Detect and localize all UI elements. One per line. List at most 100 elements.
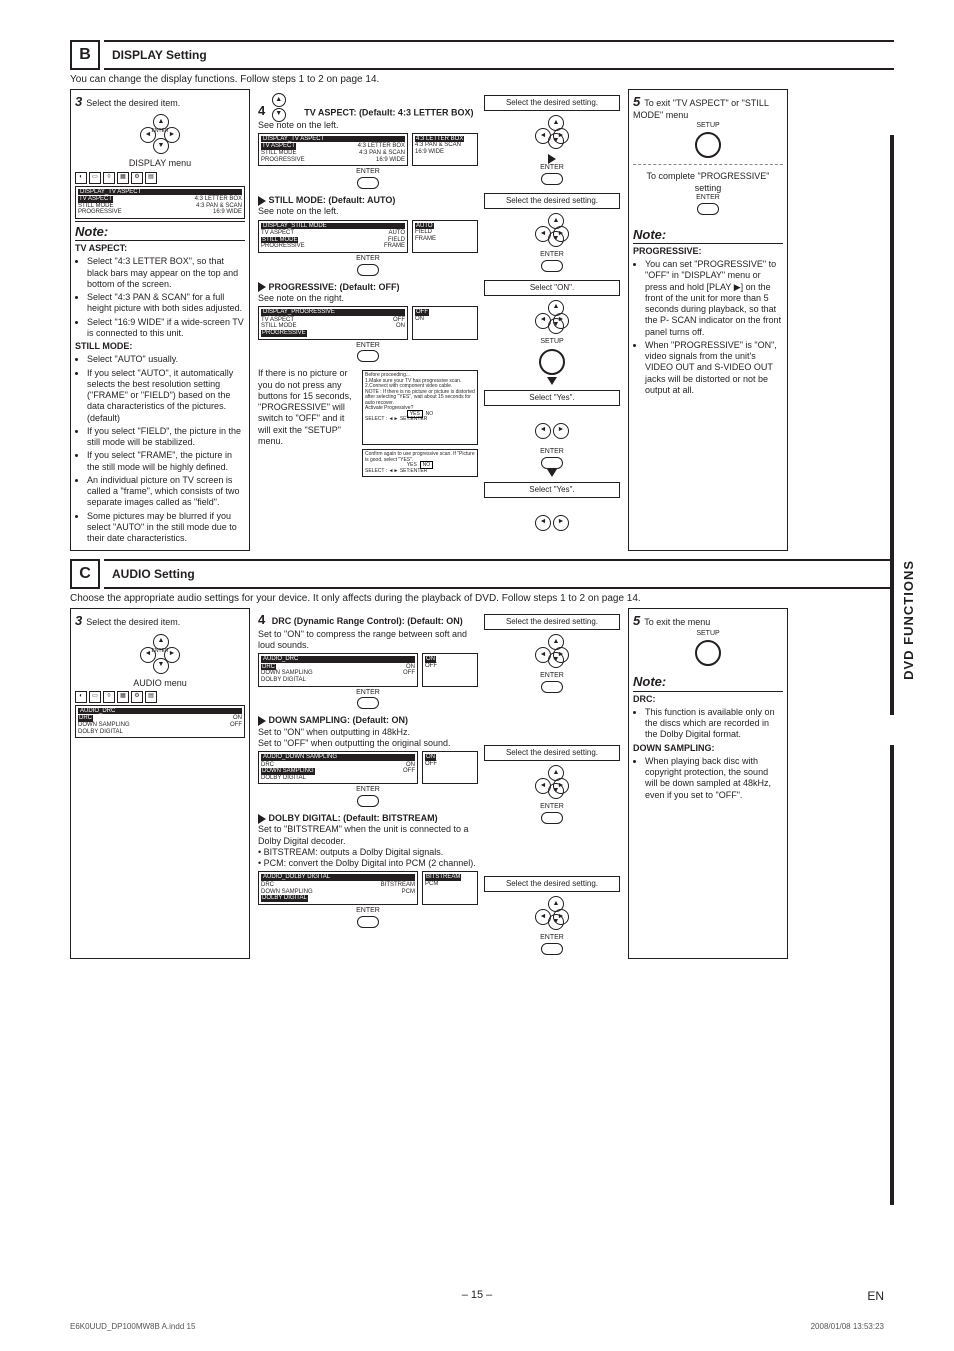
timestamp: 2008/01/08 13:53:23 bbox=[811, 1322, 884, 1331]
prog-sub: See note on the right. bbox=[258, 293, 478, 304]
intro-text: You can change the display functions. Fo… bbox=[70, 74, 894, 85]
enter-button-icon bbox=[541, 173, 563, 185]
confirm-screen-2: Confirm again to use progressive scan. I… bbox=[362, 449, 478, 477]
arrow-icon bbox=[258, 716, 266, 726]
lang-code: EN bbox=[867, 1289, 884, 1303]
drc-desc: Set to "ON" to compress the range betwee… bbox=[258, 629, 478, 652]
section-letter: B bbox=[70, 40, 100, 70]
screen: BITSTREAM PCM bbox=[422, 871, 478, 904]
arrow-icon bbox=[548, 154, 556, 164]
tv-aspect-heading: TV ASPECT: (Default: 4:3 LETTER BOX) bbox=[304, 107, 473, 117]
file-name: E6K0UUD_DP100MW8B A.indd 15 bbox=[70, 1322, 195, 1331]
note-subhead: TV ASPECT: bbox=[75, 243, 245, 254]
dpad-icon: ▲▼◄► bbox=[535, 896, 569, 930]
rule bbox=[890, 135, 894, 715]
still-sub: See note on the left. bbox=[258, 206, 478, 217]
note-subhead: PROGRESSIVE: bbox=[633, 246, 783, 257]
section-letter: C bbox=[70, 559, 100, 589]
confirm-screen: Before proceeding... 1.Make sure your TV… bbox=[362, 370, 478, 445]
enter-button-icon: ENTER bbox=[258, 342, 478, 363]
select-box: Select "Yes". bbox=[484, 390, 620, 406]
rule bbox=[890, 745, 894, 1205]
select-box: Select the desired setting. bbox=[484, 876, 620, 892]
footer-meta: E6K0UUD_DP100MW8B A.indd 15 2008/01/08 1… bbox=[70, 1322, 884, 1331]
select-box: Select the desired setting. bbox=[484, 95, 620, 111]
enter-button-icon bbox=[541, 812, 563, 824]
enter-label: ENTER bbox=[484, 164, 620, 173]
screen: ON OFF bbox=[422, 751, 478, 784]
screen: AUTO FIELD FRAME bbox=[412, 220, 478, 253]
step-text: Select the desired item. bbox=[86, 98, 180, 108]
screen: OFF ON bbox=[412, 306, 478, 339]
prog-heading: PROGRESSIVE: (Default: OFF) bbox=[269, 282, 400, 292]
section-c-header: C AUDIO Setting bbox=[70, 559, 894, 589]
enter-button-icon bbox=[541, 457, 563, 469]
select-box: Select "ON". bbox=[484, 280, 620, 296]
enter-button-icon bbox=[541, 260, 563, 272]
section-title: AUDIO Setting bbox=[104, 559, 894, 589]
arrow-icon bbox=[547, 377, 557, 385]
exit-text: To exit "TV ASPECT" or "STILL MODE" menu bbox=[633, 98, 769, 120]
section-title: DISPLAY Setting bbox=[104, 40, 894, 70]
setup-label: SETUP bbox=[484, 338, 620, 347]
complete-text: To complete "PROGRESSIVE" setting bbox=[633, 171, 783, 194]
enter-button-icon bbox=[541, 943, 563, 955]
enter-button-icon bbox=[357, 795, 379, 807]
arrow-icon bbox=[258, 814, 266, 824]
step4-right: Select the desired setting. ▲▼◄► ENTER S… bbox=[484, 93, 620, 540]
dpad-icon: ▲▼◄► bbox=[535, 765, 569, 799]
still-heading: STILL MODE: (Default: AUTO) bbox=[269, 195, 396, 205]
select-box: Select the desired setting. bbox=[484, 745, 620, 761]
drc-heading: DRC (Dynamic Range Control): (Default: O… bbox=[272, 616, 463, 626]
section-b-header: B DISPLAY Setting bbox=[70, 40, 894, 70]
note-subhead: STILL MODE: bbox=[75, 341, 245, 352]
page-footer: – 15 – EN bbox=[0, 1289, 954, 1301]
page-number: – 15 – bbox=[462, 1289, 493, 1301]
screen: 4:3 LETTER BOX 4:3 PAN & SCAN 16:9 WIDE bbox=[412, 133, 478, 166]
screen: DISPLAY_PROGRESSIVE TV ASPECTOFF STILL M… bbox=[258, 306, 408, 339]
audio-menu-screen: AUDIO_DRC DRCON DOWN SAMPLINGOFF DOLBY D… bbox=[75, 705, 245, 738]
note-heading: Note: bbox=[633, 227, 783, 244]
step4-right: Select the desired setting. ▲▼◄► ENTER S… bbox=[484, 612, 620, 954]
screen: AUDIO_DRC DRCON DOWN SAMPLINGOFF DOLBY D… bbox=[258, 653, 418, 686]
screen: DISPLAY_TV ASPECT TV ASPECT4:3 LETTER BO… bbox=[258, 133, 408, 166]
screen: ON OFF bbox=[422, 653, 478, 686]
select-box: Select the desired setting. bbox=[484, 193, 620, 209]
col-step4: 4 ▲ ▼ TV ASPECT: (Default: 4:3 LETTER BO… bbox=[254, 89, 624, 551]
enter-button-icon: ENTER bbox=[258, 168, 478, 189]
arrow-icon bbox=[547, 469, 557, 477]
setup-button-icon bbox=[695, 640, 721, 666]
note-list: Select "4:3 LETTER BOX", so that black b… bbox=[87, 256, 245, 339]
col-step3: 3Select the desired item. ▲▼◄► ENTER AUD… bbox=[70, 608, 250, 958]
screen: AUDIO_DOLBY DIGITAL DRCBITSTREAM DOWN SA… bbox=[258, 871, 418, 904]
intro-text: Choose the appropriate audio settings fo… bbox=[70, 593, 894, 604]
col-step3: 3 Select the desired item. ▲▼◄► ENTER DIS… bbox=[70, 89, 250, 551]
dpad-icon: ◄► bbox=[535, 502, 569, 536]
dpad-icon: ▲▼◄► ENTER bbox=[140, 114, 180, 154]
screen: AUDIO_DOWN SAMPLING DRCON DOWN SAMPLINGO… bbox=[258, 751, 418, 784]
down-heading: DOWN SAMPLING: (Default: ON) bbox=[269, 715, 409, 725]
note-list: Select "AUTO" usually. If you select "AU… bbox=[87, 354, 245, 544]
dpad-icon: ▲▼◄► bbox=[535, 634, 569, 668]
enter-button-icon bbox=[541, 681, 563, 693]
side-tab: DVD FUNCTIONS bbox=[901, 560, 916, 680]
step-num: 3 bbox=[75, 94, 82, 109]
menu-label: DISPLAY menu bbox=[75, 158, 245, 169]
dpad-icon: ▲▼◄► bbox=[535, 213, 569, 247]
dpad-icon: ◄► bbox=[535, 410, 569, 444]
menu-label: AUDIO menu bbox=[75, 678, 245, 689]
note-heading: Note: bbox=[633, 674, 783, 691]
dpad-icon: ▲▼◄► bbox=[535, 115, 569, 149]
select-box: Select "Yes". bbox=[484, 482, 620, 498]
enter-button-icon bbox=[357, 916, 379, 928]
enter-button-icon bbox=[357, 697, 379, 709]
note-heading: Note: bbox=[75, 224, 245, 241]
tab-icons: ◐▭◊▦⚙▤ bbox=[75, 691, 245, 703]
col-step5: 5To exit the menu SETUP Note: DRC: This … bbox=[628, 608, 788, 958]
tv-aspect-sub: See note on the left. bbox=[258, 120, 478, 131]
setup-button-icon bbox=[695, 132, 721, 158]
arrow-icon bbox=[258, 282, 266, 292]
dpad-icon: ▲▼◄► bbox=[535, 300, 569, 334]
tab-icons: ◐▭◊▦⚙▤ bbox=[75, 172, 245, 184]
dpad-icon: ▲▼◄► ENTER bbox=[140, 634, 180, 674]
